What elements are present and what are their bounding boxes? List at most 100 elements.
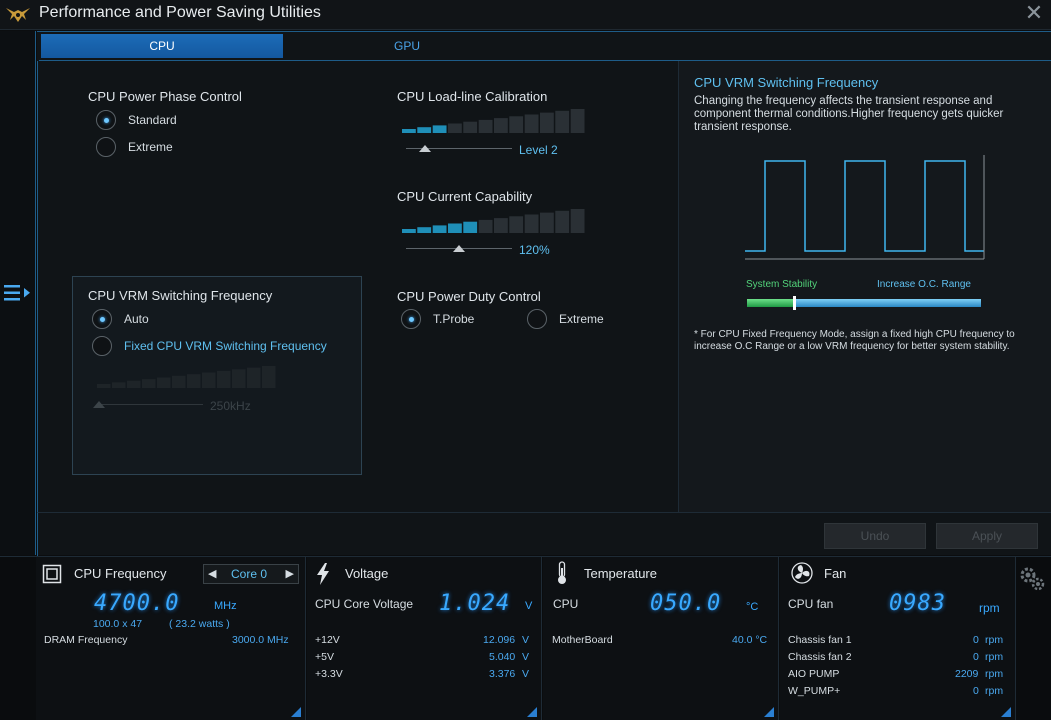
- chassis-fan-2-value: 0: [973, 651, 979, 663]
- main-panel: CPU GPU CPU Power Phase Control Standard…: [37, 31, 1051, 556]
- level-bar: [524, 214, 539, 233]
- tab-cpu[interactable]: CPU: [41, 34, 283, 58]
- v33-unit: V: [522, 668, 530, 680]
- radio-extreme[interactable]: [96, 137, 116, 157]
- temperature-panel[interactable]: Temperature CPU 050.0 °C MotherBoard 40.…: [543, 557, 779, 720]
- cpu-frequency-unit: MHz: [214, 600, 237, 612]
- voltage-title: Voltage: [345, 566, 389, 581]
- info-note: * For CPU Fixed Frequency Mode, assign a…: [694, 329, 1015, 352]
- tuf-logo-icon: [6, 8, 30, 22]
- cpu-panel-expand-icon[interactable]: [291, 707, 301, 717]
- core-selector-label: Core 0: [231, 567, 268, 581]
- cpu-ratio: 100.0 x 47: [93, 618, 143, 630]
- radio-vrm-fixed-label: Fixed CPU VRM Switching Frequency: [124, 339, 327, 353]
- current-capability-value: 120%: [519, 243, 550, 257]
- load-line-slider-thumb[interactable]: [419, 145, 431, 152]
- radio-duty-extreme[interactable]: [527, 309, 547, 329]
- cpu-core-voltage-value: 1.024: [439, 591, 511, 616]
- level-bar: [432, 125, 447, 133]
- level-bar: [247, 367, 261, 388]
- radio-standard[interactable]: [96, 110, 116, 130]
- hardware-monitor: CPU Frequency ◀ Core 0 ▶ 4700.0 MHz 100.…: [0, 556, 1051, 720]
- cpu-chip-icon: [42, 564, 62, 584]
- duty-control-title: CPU Power Duty Control: [397, 289, 541, 304]
- system-stability-label: System Stability: [746, 279, 818, 290]
- motherboard-temp-value: 40.0 °C: [732, 634, 768, 646]
- square-wave-diagram: [745, 155, 985, 260]
- level-bar: [509, 216, 524, 233]
- temperature-title: Temperature: [584, 566, 657, 581]
- core-next-icon[interactable]: ▶: [286, 567, 294, 580]
- core-prev-icon[interactable]: ◀: [208, 567, 216, 580]
- fan-panel-expand-icon[interactable]: [1001, 707, 1011, 717]
- level-bar: [402, 129, 416, 133]
- level-bar: [494, 218, 508, 233]
- cpu-temp-unit: °C: [746, 601, 759, 613]
- current-capability-level-bars: [402, 209, 585, 233]
- level-bar: [509, 116, 524, 133]
- vrm-frequency-slider-track[interactable]: [97, 404, 203, 405]
- w-pump-unit: rpm: [985, 685, 1004, 697]
- chassis-fan-1-unit: rpm: [985, 634, 1004, 646]
- load-line-value: Level 2: [519, 143, 558, 157]
- level-bar: [463, 221, 478, 233]
- v5-label: +5V: [315, 651, 334, 663]
- temperature-panel-expand-icon[interactable]: [764, 707, 774, 717]
- level-bar: [232, 369, 246, 388]
- level-bar: [127, 380, 141, 388]
- level-bar: [448, 123, 462, 133]
- chassis-fan-2-label: Chassis fan 2: [788, 651, 852, 663]
- stability-range-bar: [747, 296, 981, 310]
- undo-button[interactable]: Undo: [824, 523, 926, 549]
- vrm-frequency-box: CPU VRM Switching Frequency Auto Fixed C…: [72, 276, 362, 475]
- core-selector[interactable]: ◀ Core 0 ▶: [203, 564, 299, 584]
- level-bar: [217, 370, 231, 388]
- level-bar: [463, 121, 478, 133]
- info-description: Changing the frequency affects the trans…: [694, 95, 1004, 133]
- close-icon[interactable]: ✕: [1023, 2, 1045, 24]
- level-bar: [157, 377, 171, 388]
- cpu-temp-value: 050.0: [650, 591, 722, 616]
- current-capability-slider-thumb[interactable]: [453, 245, 465, 252]
- v5-value: 5.040: [489, 651, 516, 663]
- load-line-title: CPU Load-line Calibration: [397, 89, 548, 104]
- radio-vrm-fixed[interactable]: [92, 336, 112, 356]
- level-bar: [262, 366, 276, 388]
- vrm-frequency-slider-thumb[interactable]: [93, 401, 105, 408]
- apply-button[interactable]: Apply: [936, 523, 1038, 549]
- cpu-fan-unit: rpm: [979, 601, 1000, 615]
- cpu-frequency-title: CPU Frequency: [74, 566, 167, 581]
- voltage-panel-expand-icon[interactable]: [527, 707, 537, 717]
- vrm-frequency-title: CPU VRM Switching Frequency: [88, 288, 273, 303]
- tab-bar: CPU GPU: [39, 34, 1051, 61]
- radio-duty-extreme-label: Extreme: [559, 312, 604, 326]
- voltage-panel[interactable]: Voltage CPU Core Voltage 1.024 V +12V 12…: [307, 557, 542, 720]
- cpu-watts: ( 23.2 watts ): [169, 618, 230, 630]
- dram-frequency-value: 3000.0 MHz: [232, 634, 289, 646]
- fan-panel[interactable]: Fan CPU fan 0983 rpm Chassis fan 1 0 rpm…: [780, 557, 1016, 720]
- left-rail: [0, 31, 36, 555]
- level-bar: [540, 112, 554, 133]
- w-pump-label: W_PUMP+: [788, 685, 841, 697]
- level-bar: [202, 372, 216, 388]
- level-bar: [417, 127, 432, 133]
- info-title: CPU VRM Switching Frequency: [694, 75, 879, 90]
- chassis-fan-1-value: 0: [973, 634, 979, 646]
- phase-control-title: CPU Power Phase Control: [88, 89, 242, 104]
- level-bar: [570, 209, 585, 233]
- cpu-frequency-panel[interactable]: CPU Frequency ◀ Core 0 ▶ 4700.0 MHz 100.…: [36, 557, 306, 720]
- dram-frequency-label: DRAM Frequency: [44, 634, 128, 646]
- settings-gear-icon[interactable]: [1018, 565, 1046, 593]
- radio-standard-label: Standard: [128, 113, 177, 127]
- tab-gpu[interactable]: GPU: [287, 34, 527, 58]
- level-bar: [187, 374, 201, 388]
- v12-label: +12V: [315, 634, 340, 646]
- cpu-core-voltage-unit: V: [525, 600, 533, 612]
- chassis-fan-1-label: Chassis fan 1: [788, 634, 852, 646]
- radio-tprobe[interactable]: [401, 309, 421, 329]
- title-bar: Performance and Power Saving Utilities ✕: [0, 0, 1051, 30]
- chassis-fan-2-unit: rpm: [985, 651, 1004, 663]
- v33-label: +3.3V: [315, 668, 343, 680]
- menu-expand-icon[interactable]: [2, 283, 32, 303]
- radio-vrm-auto[interactable]: [92, 309, 112, 329]
